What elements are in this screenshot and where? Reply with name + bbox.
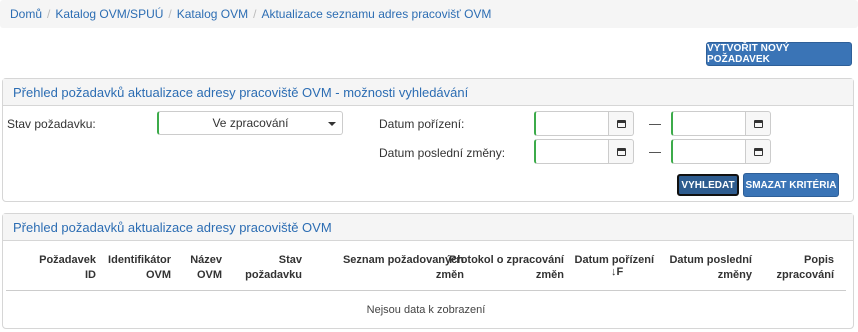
breadcrumb-katalog-ovm-spuu[interactable]: Katalog OVM/SPUÚ [55,7,163,21]
calendar-button[interactable] [609,139,634,164]
range-dash [649,124,661,125]
col-ovm-identifier[interactable]: Identifikátor OVM [108,253,171,283]
new-request-button[interactable]: VYTVOŘIT NOVÝ POŽADAVEK [706,42,852,66]
sort-descending-icon[interactable]: ↓F [611,266,623,278]
col-processing-description[interactable]: Popis zpracování [777,253,834,283]
status-label: Stav požadavku: [7,117,96,131]
col-ovm-name[interactable]: Název OVM [190,253,222,283]
date-changed-from-input[interactable] [534,139,609,164]
search-button[interactable]: VYHLEDAT [677,174,739,196]
status-select[interactable]: Ve zpracování [157,111,343,135]
date-acquired-from-input[interactable] [534,111,609,136]
chevron-down-icon [328,122,336,126]
breadcrumb-separator: / [253,7,257,21]
clear-criteria-button[interactable]: SMAZAT KRITÉRIA [743,173,839,197]
col-processing-protocol[interactable]: Protokol o zpracování změn [449,253,564,283]
date-changed-from [534,139,634,164]
col-date-last-change[interactable]: Datum poslední změny [669,253,752,283]
results-panel-title: Přehled požadavků aktualizace adresy pra… [3,214,853,241]
calendar-icon [616,147,626,156]
date-changed-to-input[interactable] [671,139,746,164]
status-select-value: Ve zpracování [212,116,289,130]
date-changed-to [671,139,771,164]
calendar-button[interactable] [609,111,634,136]
calendar-icon [616,119,626,128]
calendar-icon [753,147,763,156]
date-acquired-to-input[interactable] [671,111,746,136]
date-changed-label: Datum poslední změny: [379,146,506,160]
calendar-button[interactable] [746,111,771,136]
empty-message: Nejsou data k zobrazení [366,304,486,316]
table-header-divider [6,290,846,291]
breadcrumb-katalog-ovm[interactable]: Katalog OVM [177,7,248,21]
calendar-icon [753,119,763,128]
col-request-id[interactable]: Požadavek ID [39,253,96,283]
breadcrumb-current: Aktualizace seznamu adres pracovišť OVM [261,7,492,21]
date-acquired-label: Datum pořízení: [379,117,465,131]
calendar-button[interactable] [746,139,771,164]
search-panel-title: Přehled požadavků aktualizace adresy pra… [3,79,853,106]
col-requested-changes[interactable]: Seznam požadovaných změn [343,253,464,283]
breadcrumb-home[interactable]: Domů [10,7,42,21]
breadcrumb: Domů / Katalog OVM/SPUÚ / Katalog OVM / … [0,0,858,28]
date-acquired-to [671,111,771,136]
col-request-status[interactable]: Stav požadavku [245,253,302,283]
breadcrumb-separator: / [168,7,172,21]
date-acquired-from [534,111,634,136]
breadcrumb-separator: / [47,7,51,21]
range-dash [649,152,661,153]
